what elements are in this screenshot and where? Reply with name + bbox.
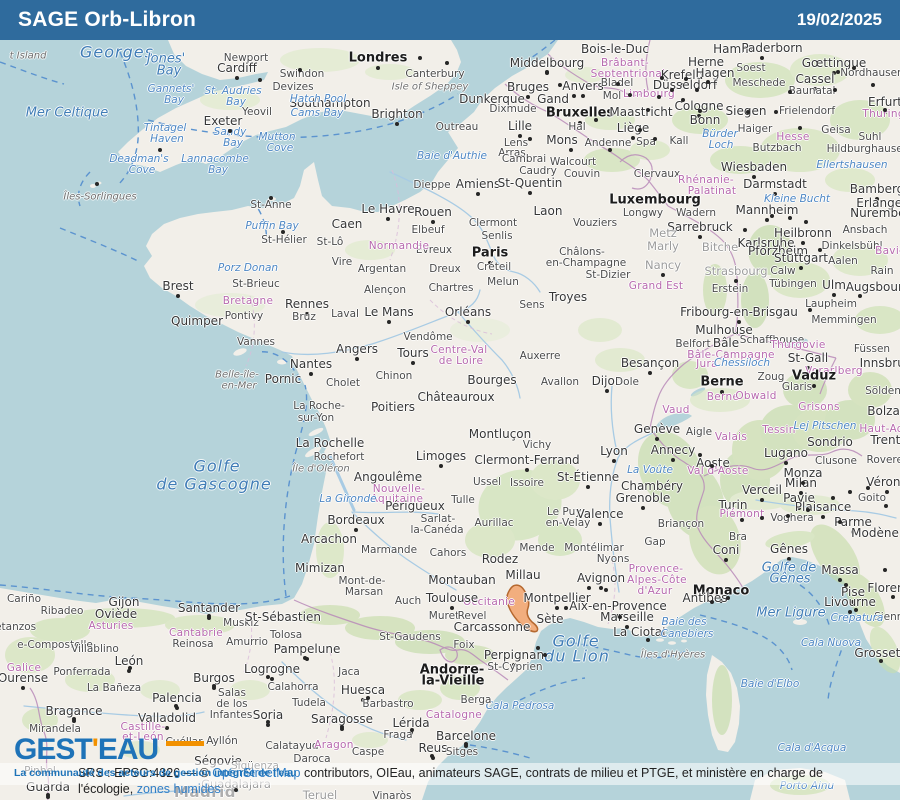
gesteau-logo-text: GEST'EAU bbox=[14, 733, 159, 766]
elba bbox=[793, 619, 807, 625]
sage-map-window: t Island Georges Jones' Bay Newport Cardiff Sw… bbox=[0, 0, 900, 800]
isle-of-wight bbox=[332, 103, 354, 111]
isle-of-sheppey bbox=[437, 63, 449, 69]
map-graphics bbox=[0, 0, 900, 800]
gesteau-logo[interactable]: GEST'EAU La communauté des acteurs de ge… bbox=[14, 733, 344, 780]
header-date: 19/02/2025 bbox=[796, 10, 882, 29]
alderney bbox=[268, 197, 276, 201]
logo-tagline: La communauté des acteurs de gestion int… bbox=[14, 767, 297, 779]
zones-humides-link[interactable]: zones humides bbox=[137, 782, 221, 796]
page-title: SAGE Orb-Libron bbox=[18, 8, 196, 31]
logo-orange-bar bbox=[166, 741, 205, 746]
map-canvas[interactable]: t Island Georges Jones' Bay Newport Cardiff Sw… bbox=[0, 0, 900, 800]
jersey bbox=[277, 233, 289, 239]
header-bar: SAGE Orb-Libron 19/02/2025 bbox=[0, 0, 900, 40]
